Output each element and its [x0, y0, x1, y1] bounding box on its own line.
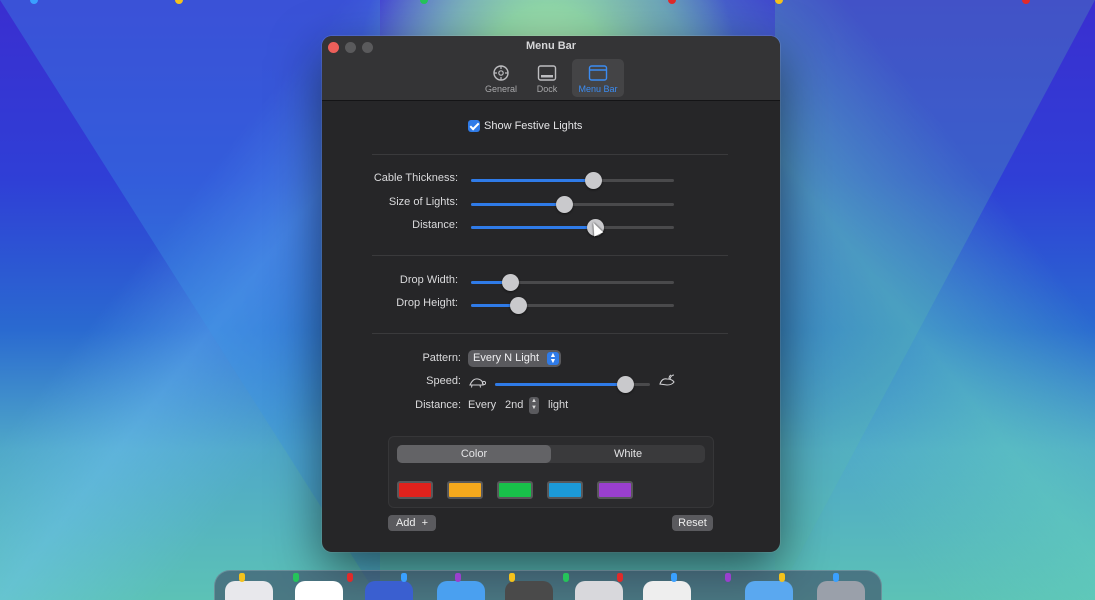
- cable-thickness-slider[interactable]: [471, 172, 674, 189]
- titlebar: Menu Bar General Dock Menu Bar: [322, 36, 780, 101]
- dock-app-settings[interactable]: [575, 581, 623, 600]
- dock-icon: [537, 65, 557, 81]
- cable-thickness-label: Cable Thickness:: [373, 172, 458, 184]
- slider-knob[interactable]: [501, 274, 519, 291]
- dock-light-bulb: [671, 573, 677, 582]
- menubar-icon: [588, 65, 608, 81]
- tab-menu-bar-label: Menu Bar: [578, 84, 618, 94]
- hare-icon: [659, 374, 675, 386]
- dock-light-bulb: [239, 573, 245, 582]
- dock-light-bulb: [293, 573, 299, 582]
- color-swatch-purple[interactable]: [597, 481, 633, 499]
- turtle-icon: [469, 378, 486, 388]
- size-of-lights-label: Size of Lights:: [388, 196, 458, 208]
- drop-height-slider[interactable]: [471, 297, 674, 314]
- tab-dock[interactable]: Dock: [529, 59, 565, 97]
- drop-height-label: Drop Height:: [396, 297, 458, 309]
- plus-icon: +: [418, 517, 429, 529]
- color-panel: Color White: [388, 436, 714, 508]
- dock-light-bulb: [563, 573, 569, 582]
- color-swatch-green[interactable]: [497, 481, 533, 499]
- dock-app-photo[interactable]: [505, 581, 553, 600]
- tab-menu-bar[interactable]: Menu Bar: [572, 59, 624, 97]
- slider-fill: [471, 226, 595, 229]
- dock: [214, 570, 882, 600]
- tab-dock-label: Dock: [536, 84, 558, 94]
- festive-lights-strip: [0, 0, 1095, 6]
- color-swatch-blue[interactable]: [547, 481, 583, 499]
- show-festive-lights-label: Show Festive Lights: [484, 120, 583, 132]
- size-of-lights-slider[interactable]: [471, 196, 674, 213]
- divider: [372, 333, 728, 334]
- drop-width-label: Drop Width:: [399, 274, 458, 286]
- wallpaper-beam-right: [775, 0, 1095, 600]
- dock-app-trash[interactable]: [817, 581, 865, 600]
- slider-knob[interactable]: [556, 196, 574, 213]
- settings-window: Menu Bar General Dock Menu Bar Show Fest…: [322, 36, 780, 552]
- add-color-button[interactable]: Add +: [388, 515, 436, 531]
- slider-knob[interactable]: [617, 376, 635, 393]
- slider-knob[interactable]: [584, 172, 602, 189]
- tab-general[interactable]: General: [481, 59, 521, 97]
- dock-app-xcode[interactable]: [437, 581, 485, 600]
- pattern-value: Every N Light: [473, 352, 540, 364]
- dock-app-safari[interactable]: [295, 581, 343, 600]
- color-swatch-orange[interactable]: [447, 481, 483, 499]
- chevron-up-down-icon: ▲ ▼: [547, 352, 559, 365]
- window-title: Menu Bar: [525, 40, 577, 52]
- slider-fill: [471, 179, 593, 182]
- gear-icon: [493, 65, 509, 81]
- distance-every-text: Every: [468, 399, 497, 411]
- pattern-label: Pattern:: [422, 352, 461, 364]
- dock-light-bulb: [401, 573, 407, 582]
- tab-general-label: General: [484, 84, 518, 94]
- distance-step-label: Distance:: [415, 399, 461, 411]
- speed-label: Speed:: [426, 375, 461, 387]
- pattern-popup[interactable]: Every N Light ▲ ▼: [468, 350, 561, 367]
- color-mode-segmented-control[interactable]: Color White: [397, 445, 705, 463]
- drop-width-slider[interactable]: [471, 274, 674, 291]
- dock-light-bulb: [347, 573, 353, 582]
- divider: [372, 154, 728, 155]
- slider-fill: [495, 383, 626, 386]
- slider-knob[interactable]: [509, 297, 527, 314]
- dock-light-bulb: [455, 573, 461, 582]
- reset-button[interactable]: Reset: [672, 515, 713, 531]
- dock-app-folder[interactable]: [745, 581, 793, 600]
- dock-light-bulb: [779, 573, 785, 582]
- color-swatch-red[interactable]: [397, 481, 433, 499]
- show-festive-lights-row[interactable]: Show Festive Lights: [468, 120, 582, 132]
- distance-label: Distance:: [412, 219, 458, 231]
- dock-app-festive[interactable]: [643, 581, 691, 600]
- divider: [372, 255, 728, 256]
- dock-light-bulb: [509, 573, 515, 582]
- distance-stepper[interactable]: ▲ ▼: [529, 397, 539, 414]
- distance-step-value: 2nd: [505, 399, 524, 411]
- show-festive-lights-checkbox[interactable]: [468, 120, 480, 132]
- dock-app-notes[interactable]: [365, 581, 413, 600]
- dock-app-finder[interactable]: [225, 581, 273, 600]
- add-label: Add: [395, 517, 416, 529]
- segment-white[interactable]: White: [551, 445, 705, 463]
- dock-light-bulb: [617, 573, 623, 582]
- distance-light-text: light: [548, 399, 569, 411]
- dock-light-bulb: [833, 573, 839, 582]
- segment-color[interactable]: Color: [397, 445, 551, 463]
- slider-fill: [471, 203, 565, 206]
- distance-slider[interactable]: [471, 219, 674, 236]
- dock-light-bulb: [725, 573, 731, 582]
- speed-slider[interactable]: [495, 376, 650, 393]
- menu-bar-pane: Show Festive Lights Cable Thickness: Siz…: [322, 102, 780, 552]
